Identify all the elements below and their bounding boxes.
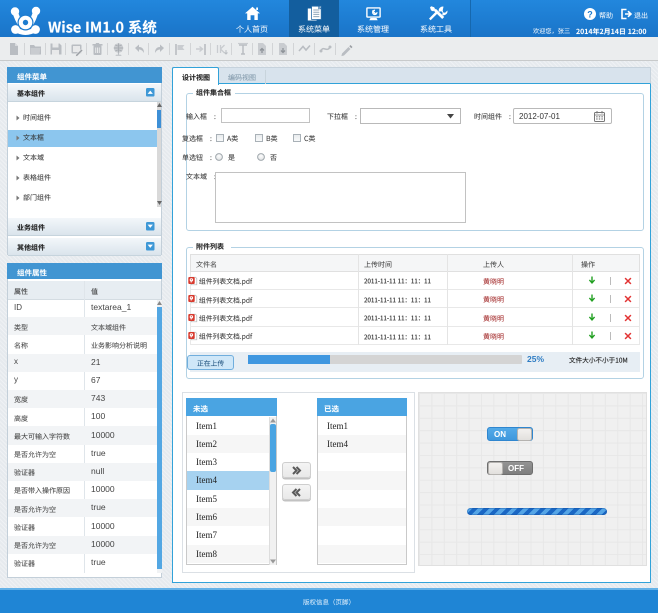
svg-text:?: ? xyxy=(587,10,593,20)
